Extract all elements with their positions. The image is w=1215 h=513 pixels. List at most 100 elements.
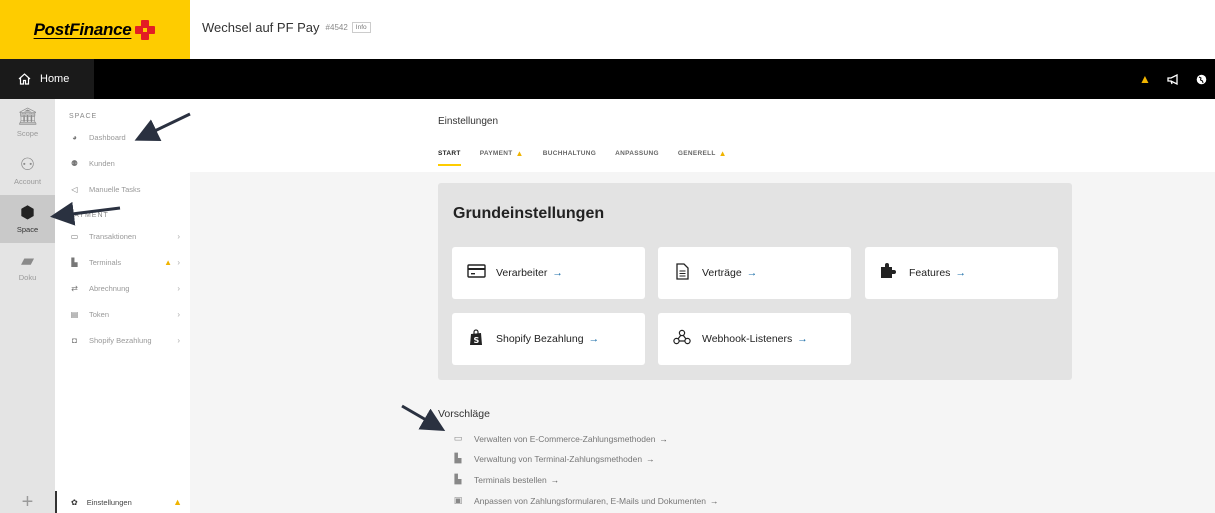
space-id: #4542 [325,23,348,32]
card-label: Verträge [702,267,742,279]
tab-bar: START PAYMENT ▲ BUCHHALTUNG ANPASSUNG GEN… [438,149,746,166]
panel-title: Grundeinstellungen [453,205,605,222]
arrow-right-icon: → [955,267,966,279]
tab-label: BUCHHALTUNG [542,150,597,157]
webhook-icon [672,329,692,349]
megaphone-icon[interactable] [1159,59,1187,99]
shopify-icon: S [466,328,486,350]
globe-icon[interactable] [1187,59,1215,99]
sidebar-item-einstellungen[interactable]: ✿ Einstellungen ▲ [55,491,190,513]
arrow-right-icon: → [550,474,560,485]
rail-label: Scope [16,129,39,138]
tab-label: GENERELL [677,150,716,157]
suggestion-link-terminal-methods[interactable]: ▙ Verwaltung von Terminal-Zahlungsmethod… [452,453,655,464]
rail-item-account[interactable]: ⚇ Account [0,147,55,195]
sidebar-item-dashboard[interactable]: ◕ Dashboard [55,124,190,150]
sidebar-item-kunden[interactable]: ⚉ Kunden [55,150,190,176]
sidebar-item-label: Manuelle Tasks [89,184,141,194]
icon-rail: 🏛 Scope ⚇ Account ⬢ Space ▰ Doku + [0,99,55,513]
tab-label: START [438,150,461,157]
card-features[interactable]: Features → [865,247,1058,299]
arrow-right-icon: → [552,267,563,279]
tab-anpassung[interactable]: ANPASSUNG [615,149,659,166]
card-icon: ▭ [453,433,463,443]
arrow-right-icon: → [797,333,808,345]
payment-heading: PAYMENT [69,212,109,219]
sidebar-item-terminals[interactable]: ▙ Terminals ▲ › [55,249,190,275]
chevron-right-icon: › [177,283,180,293]
tab-payment[interactable]: PAYMENT ▲ [480,149,524,166]
bank-icon: 🏛 [16,107,39,126]
warning-icon: ▲ [515,149,524,158]
card-label: Features [909,267,951,279]
sidebar-item-label: Dashboard [89,132,126,142]
postfinance-logo[interactable]: PostFinance [0,0,190,59]
sidebar-item-manuelle-tasks[interactable]: ◁ Manuelle Tasks [55,176,190,202]
add-icon[interactable]: + [0,491,55,513]
card-verarbeiter[interactable]: Verarbeiter → [452,247,645,299]
sidebar-item-label: Shopify Bezahlung [89,335,152,345]
warning-icon[interactable]: ▲ [1131,59,1159,99]
card-label: Shopify Bezahlung [496,333,584,345]
warning-icon: ▲ [173,497,182,507]
main-navbar: Home ▲ [0,59,1215,99]
terminal-icon: ▙ [71,257,78,267]
rail-item-scope[interactable]: 🏛 Scope [0,99,55,147]
grundeinstellungen-panel: Grundeinstellungen Verarbeiter → Verträg… [438,183,1072,380]
warning-icon: ▲ [718,149,727,158]
tab-buchhaltung[interactable]: BUCHHALTUNG [543,149,596,166]
token-icon: ▤ [70,309,79,319]
suggestion-label: Verwalten von E-Commerce-Zahlungsmethode… [474,433,656,444]
chevron-right-icon: › [177,335,180,345]
arrow-right-icon: → [746,267,758,279]
swiss-cross-icon [134,19,156,41]
arrow-right-icon: → [659,433,668,444]
chevron-right-icon: › [177,257,180,267]
main-content: Einstellungen START PAYMENT ▲ BUCHHALTUNG… [190,99,1215,513]
sidebar-item-abrechnung[interactable]: ⇄ Abrechnung › [55,275,190,301]
rail-label: Account [13,177,42,186]
card-icon: ▭ [70,231,79,241]
logo-text: PostFinance [33,19,132,39]
megaphone-icon: ◁ [71,184,78,194]
rail-item-space[interactable]: ⬢ Space [0,195,55,243]
sidebar-item-transaktionen[interactable]: ▭ Transaktionen › [55,223,190,249]
svg-text:S: S [474,336,480,345]
tab-start[interactable]: START [438,149,461,166]
image-icon: ▣ [453,495,463,505]
sidebar-item-shopify-bezahlung[interactable]: ◘ Shopify Bezahlung › [55,327,190,353]
home-button[interactable]: Home [0,59,94,99]
sidebar-item-token[interactable]: ▤ Token › [55,301,190,327]
suggestion-link-forms[interactable]: ▣ Anpassen von Zahlungsformularen, E-Mai… [452,495,719,506]
card-label: Webhook-Listeners [702,333,793,345]
tab-generell[interactable]: GENERELL ▲ [678,149,727,166]
terminal-icon: ▙ [454,474,462,484]
home-label: Home [40,73,70,85]
sidebar-item-label: Abrechnung [89,283,130,293]
sidebar-item-label: Token [89,309,110,319]
terminal-icon: ▙ [454,453,462,463]
suggestion-link-terminals-order[interactable]: ▙ Terminals bestellen → [452,474,560,485]
sidebar-item-label: Kunden [89,158,115,168]
cube-icon: ⬢ [20,203,35,222]
arrow-right-icon: → [710,495,719,506]
gear-icon: ✿ [71,497,78,507]
chevron-right-icon: › [177,231,180,241]
tab-label: PAYMENT [479,150,513,157]
book-icon: ▰ [20,251,35,270]
page-title: Einstellungen [438,116,499,127]
sidebar-item-label: Terminals [89,257,122,267]
card-webhook-listeners[interactable]: Webhook-Listeners → [658,313,851,365]
card-vertraege[interactable]: Verträge → [658,247,851,299]
sidebar-item-label: Transaktionen [89,231,137,241]
card-shopify-bezahlung[interactable]: S Shopify Bezahlung → [452,313,645,365]
suggestion-link-ecommerce[interactable]: ▭ Verwalten von E-Commerce-Zahlungsmetho… [452,433,668,444]
tab-label: ANPASSUNG [615,150,659,157]
suggestions-title: Vorschläge [438,408,490,420]
space-title: Wechsel auf PF Pay #4542 Info [202,20,371,35]
arrow-right-icon: → [588,333,600,345]
info-button[interactable]: Info [351,22,371,33]
rail-item-doku[interactable]: ▰ Doku [0,243,55,291]
settings-header: Einstellungen START PAYMENT ▲ BUCHHALTUNG… [190,99,1215,172]
rail-label: Doku [18,273,37,282]
